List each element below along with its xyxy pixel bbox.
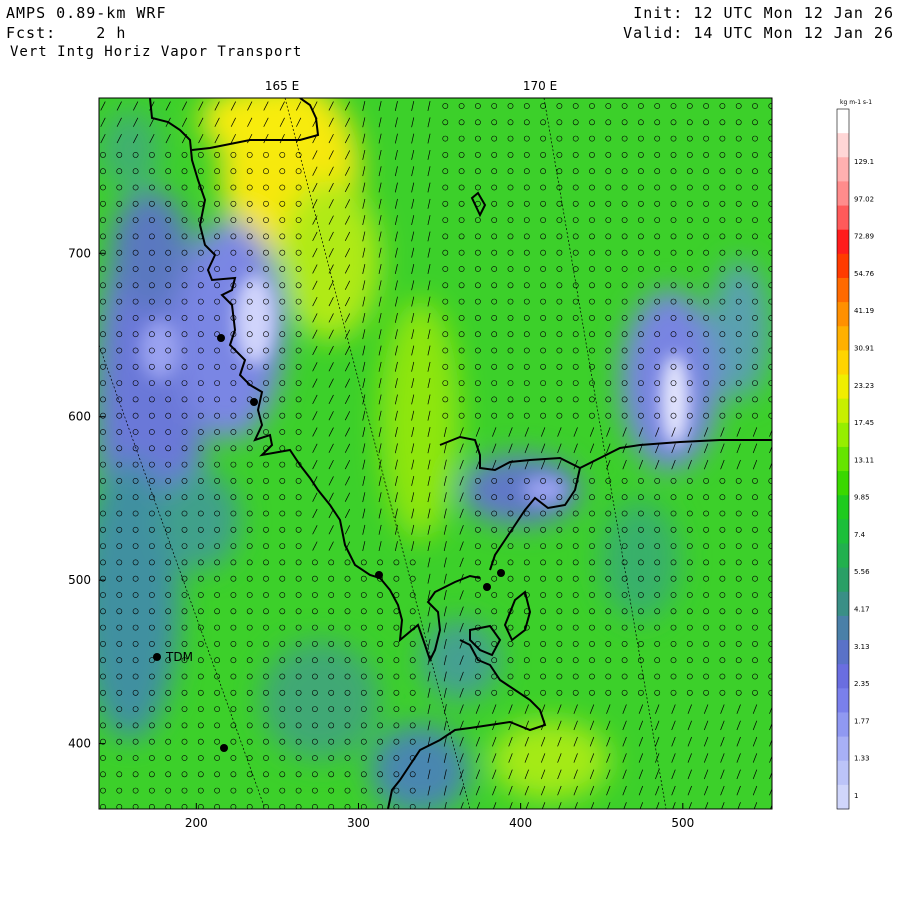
station-label-tdm: TDM [165,650,193,664]
colorbar-level-label: 129.1 [854,158,874,166]
map-figure: TDM 165 E 170 E 200 300 400 500 700 600 500 400… [68,79,875,830]
lon-label-170e: 170 E [523,79,557,93]
colorbar-swatch [837,567,849,593]
x-tick-label: 300 [347,816,370,830]
colorbar-swatch [837,640,849,665]
colorbar-level-label: 30.91 [854,344,874,352]
colorbar-swatch [837,277,849,303]
colorbar-swatch [837,422,849,448]
colorbar: kg m-1 s-1 129.1 97.02 72.89 54.76 41.19 30.9… [836,99,875,810]
colorbar-swatch [837,398,849,424]
station-dot [220,744,228,752]
colorbar-swatch [837,495,849,520]
y-tick-label: 400 [68,737,91,751]
colorbar-level-label: 54.76 [854,270,875,278]
colorbar-swatch [837,712,849,738]
station-dot [497,569,505,577]
colorbar-swatch [837,350,849,376]
x-tick-label: 200 [185,816,208,830]
colorbar-level-label: 2.35 [854,680,870,688]
colorbar-level-label: 1 [854,792,858,800]
colorbar-swatch [837,109,849,134]
colorbar-swatch [837,181,849,207]
colorbar-level-label: 5.56 [854,568,870,576]
x-tick-label: 400 [509,816,532,830]
y-tick-label: 700 [68,246,91,260]
colorbar-swatch [837,519,849,544]
station-dot [250,398,258,406]
colorbar-swatch [837,326,849,351]
y-tick-label: 500 [68,573,91,587]
colorbar-swatch [837,471,849,496]
colorbar-units: kg m-1 s-1 [840,99,872,106]
station-dot [483,583,491,591]
colorbar-level-label: 23.23 [854,382,874,390]
colorbar-level-label: 9.85 [854,494,870,502]
colorbar-swatch [837,302,849,327]
colorbar-level-label: 13.11 [854,456,874,464]
y-tick-label: 600 [68,410,91,424]
colorbar-swatch [837,205,849,231]
colorbar-swatch [837,615,849,641]
colorbar-swatch [837,543,849,569]
colorbar-swatch [837,157,849,182]
colorbar-level-label: 17.45 [854,419,874,427]
colorbar-level-label: 1.33 [854,755,870,763]
colorbar-swatch [837,688,849,713]
station-dot [217,334,225,342]
station-dot-tdm [153,653,161,661]
colorbar-level-label: 72.89 [854,233,874,241]
colorbar-swatch [837,133,849,158]
colorbar-level-label: 3.13 [854,643,870,651]
colorbar-level-label: 41.19 [854,307,874,315]
colorbar-swatch [837,374,849,400]
colorbar-swatch [837,591,849,617]
colorbar-swatch [837,253,849,279]
colorbar-swatch [837,229,849,255]
colorbar-level-label: 1.77 [854,717,870,725]
colorbar-level-label: 7.4 [854,531,866,539]
lon-label-165e: 165 E [265,79,299,93]
x-tick-label: 500 [671,816,694,830]
colorbar-swatch [837,736,849,762]
colorbar-swatch [837,664,849,689]
colorbar-level-label: 4.17 [854,606,870,614]
colorbar-swatch [837,760,849,786]
colorbar-swatch [837,446,849,472]
colorbar-level-label: 97.02 [854,195,874,203]
colorbar-swatch [837,784,849,810]
station-dot [375,571,383,579]
